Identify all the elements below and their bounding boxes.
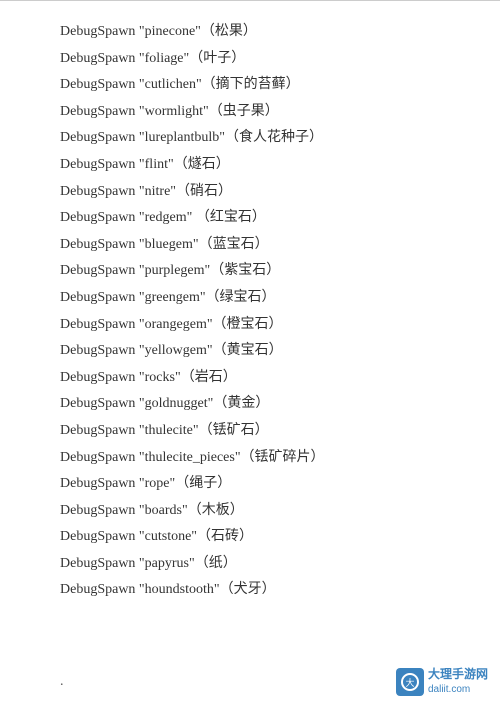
watermark: 大 大理手游网 daliit.com	[396, 667, 488, 696]
watermark-line1: 大理手游网	[428, 667, 488, 683]
debug-item-cutlichen: DebugSpawn "cutlichen"（摘下的苔藓）	[60, 72, 440, 99]
debug-item-yellowgem: DebugSpawn "yellowgem"（黄宝石）	[60, 338, 440, 365]
debug-item-bluegem: DebugSpawn "bluegem"（蓝宝石）	[60, 232, 440, 259]
debug-item-greengem: DebugSpawn "greengem"（绿宝石）	[60, 285, 440, 312]
debug-item-thulecite_pieces: DebugSpawn "thulecite_pieces"（铥矿碎片）	[60, 445, 440, 472]
debug-item-houndstooth: DebugSpawn "houndstooth"（犬牙）	[60, 577, 440, 604]
debug-item-cutstone: DebugSpawn "cutstone"（石砖）	[60, 524, 440, 551]
debug-item-redgem: DebugSpawn "redgem" （红宝石）	[60, 205, 440, 232]
debug-item-purplegem: DebugSpawn "purplegem"（紫宝石）	[60, 258, 440, 285]
svg-text:大: 大	[405, 677, 414, 688]
debug-item-nitre: DebugSpawn "nitre"（硝石）	[60, 179, 440, 206]
debug-item-orangegem: DebugSpawn "orangegem"（橙宝石）	[60, 312, 440, 339]
debug-item-foliage: DebugSpawn "foliage"（叶子）	[60, 46, 440, 73]
top-divider	[0, 0, 500, 1]
debug-item-wormlight: DebugSpawn "wormlight"（虫子果）	[60, 99, 440, 126]
debug-item-papyrus: DebugSpawn "papyrus"（纸）	[60, 551, 440, 578]
debug-item-rope: DebugSpawn "rope"（绳子）	[60, 471, 440, 498]
watermark-text: 大理手游网 daliit.com	[428, 667, 488, 696]
debug-item-rocks: DebugSpawn "rocks"（岩石）	[60, 365, 440, 392]
watermark-icon: 大	[396, 668, 424, 696]
watermark-line2: daliit.com	[428, 683, 488, 696]
debug-item-pinecone: DebugSpawn "pinecone"（松果）	[60, 19, 440, 46]
debug-item-thulecite: DebugSpawn "thulecite"（铥矿石）	[60, 418, 440, 445]
content-area: DebugSpawn "pinecone"（松果）DebugSpawn "fol…	[0, 11, 500, 664]
debug-item-boards: DebugSpawn "boards"（木板）	[60, 498, 440, 525]
debug-item-goldnugget: DebugSpawn "goldnugget"（黄金）	[60, 391, 440, 418]
debug-item-lureplantbulb: DebugSpawn "lureplantbulb"（食人花种子）	[60, 125, 440, 152]
debug-item-flint: DebugSpawn "flint"（燧石）	[60, 152, 440, 179]
watermark-logo-svg: 大	[400, 672, 420, 692]
